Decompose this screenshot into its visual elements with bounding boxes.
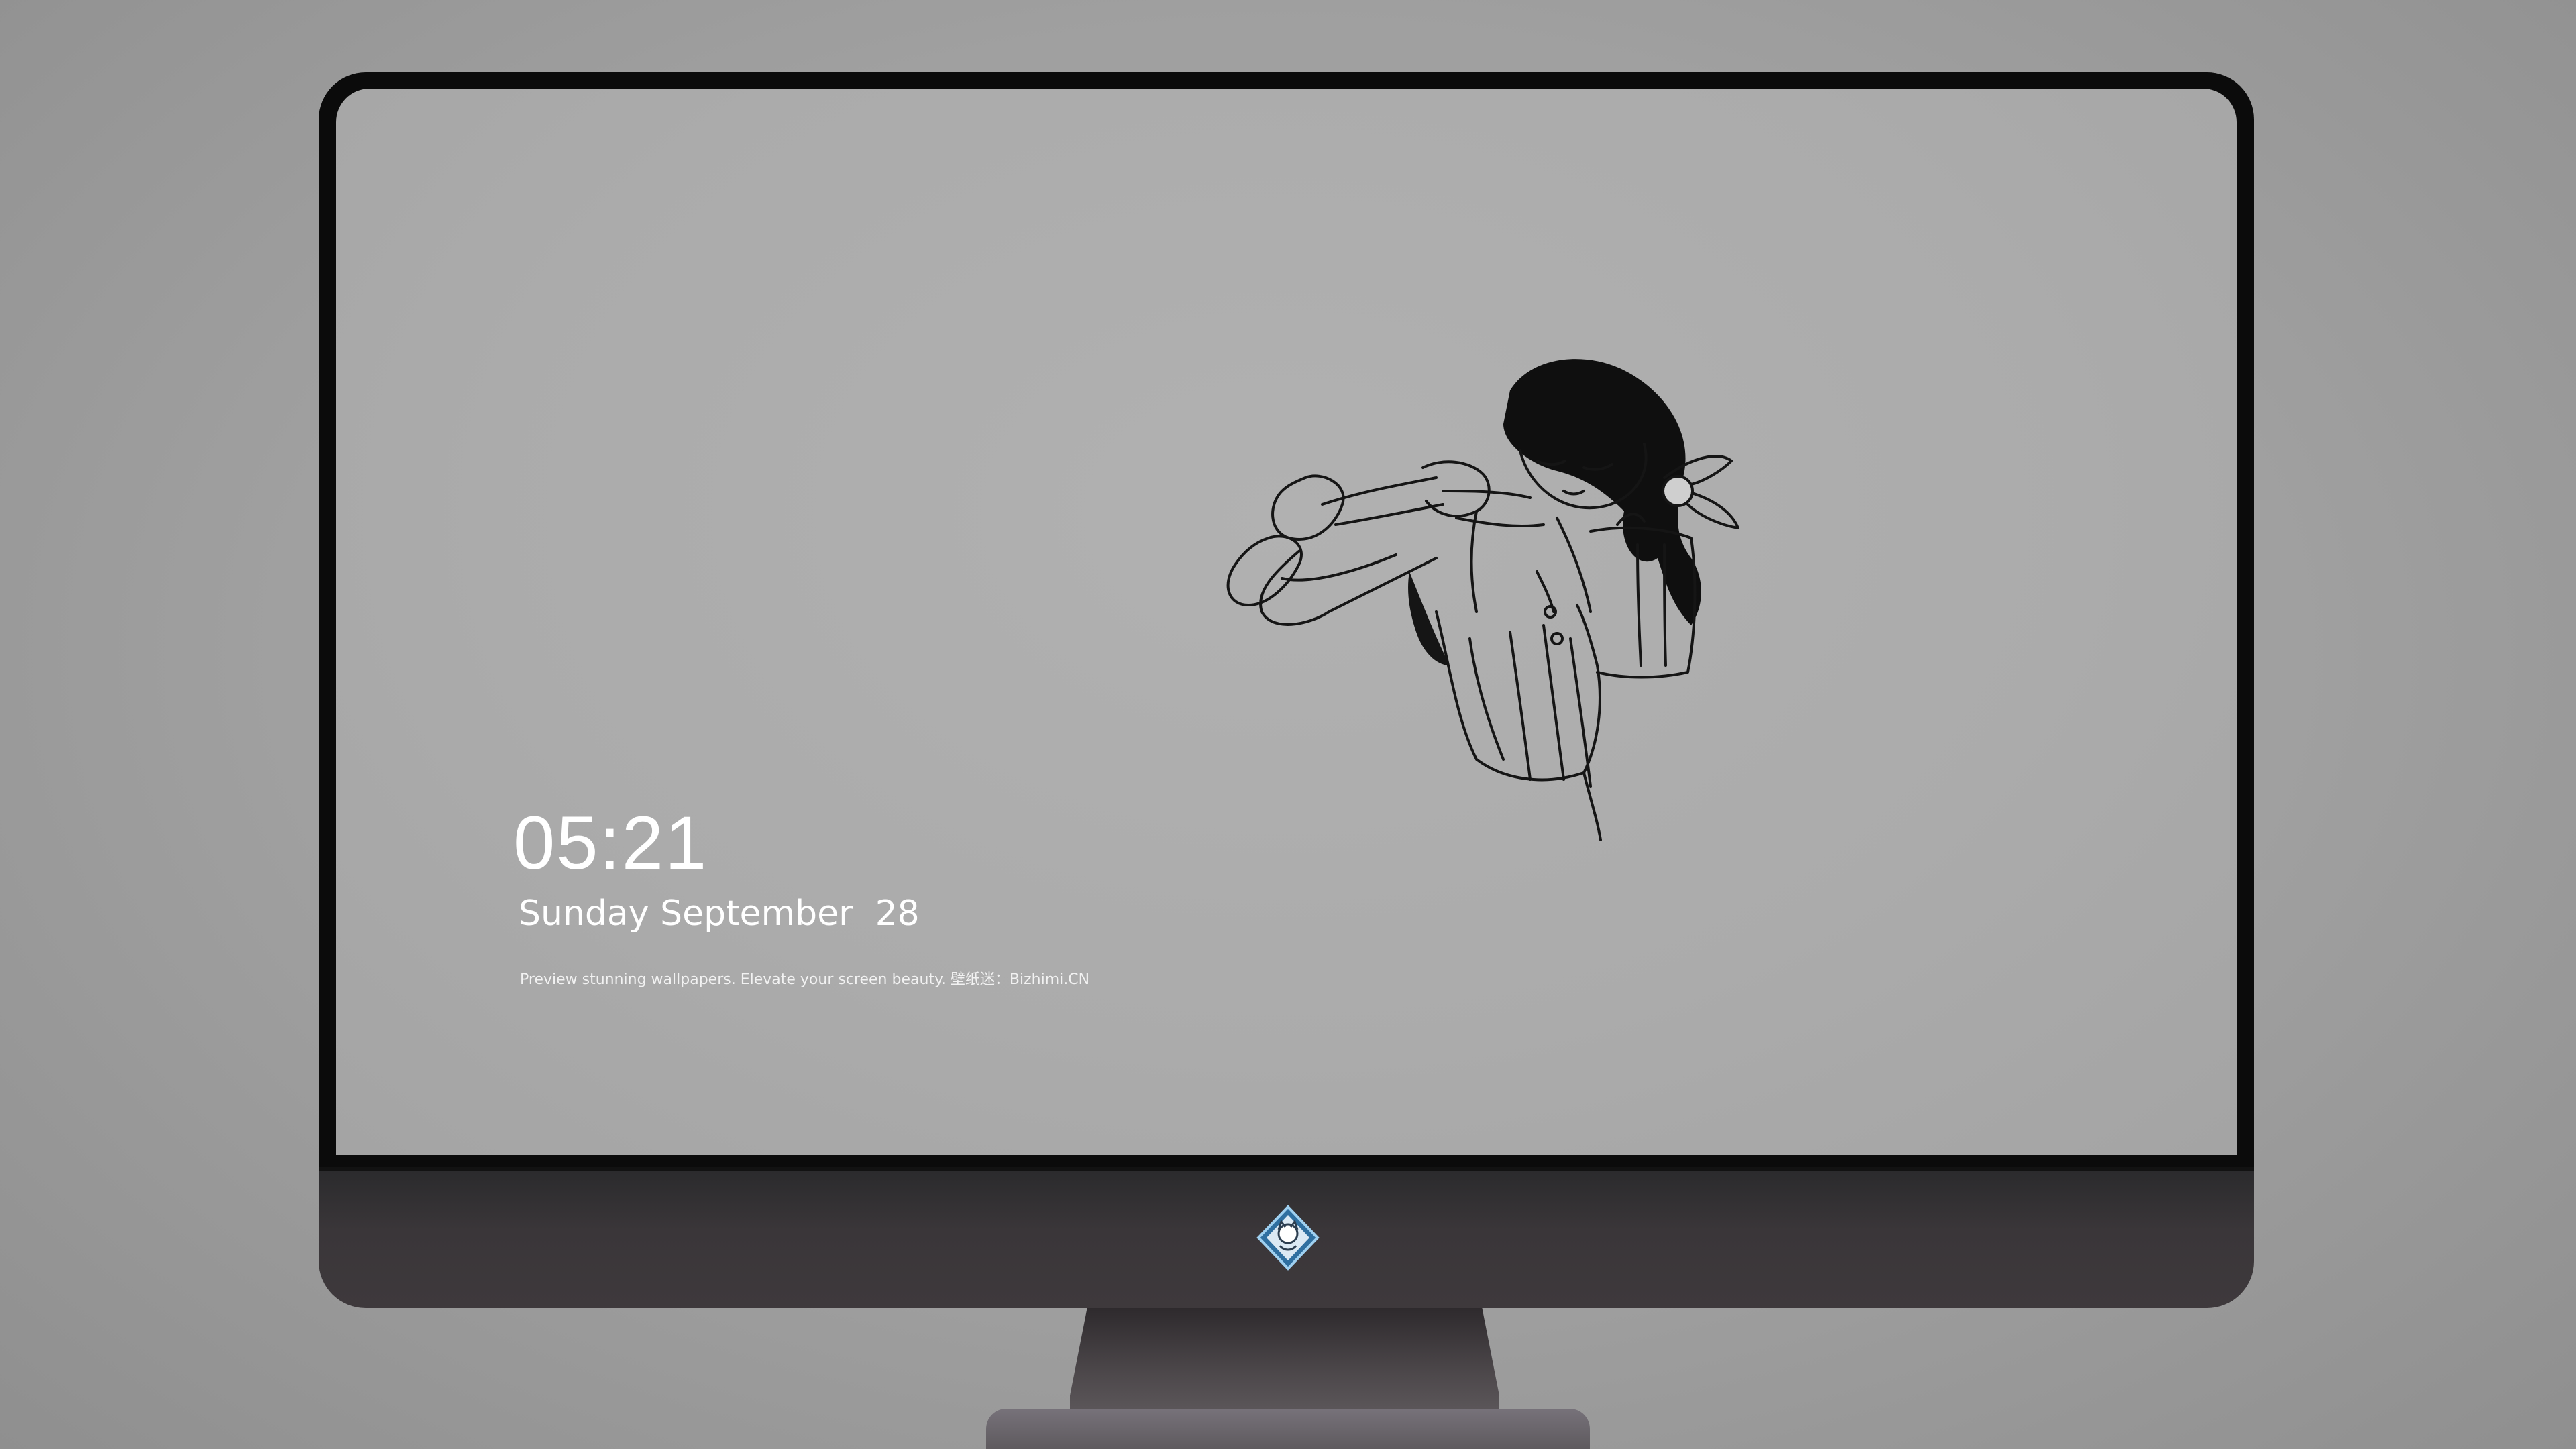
lock-screen-date: Sunday September 28	[519, 894, 920, 934]
wallpaper-illustration	[1226, 359, 1739, 841]
lock-screen-time: 05:21	[513, 801, 708, 885]
desktop-screen: 05:21 Sunday September 28 Preview stunni…	[336, 89, 2237, 1155]
monitor-stand-base	[986, 1409, 1590, 1449]
monitor-bezel: 05:21 Sunday September 28 Preview stunni…	[319, 72, 2254, 1167]
wallpaper-tagline: Preview stunning wallpapers. Elevate you…	[520, 971, 1090, 988]
brand-logo-icon	[1256, 1205, 1320, 1271]
chin-divider	[319, 1167, 2254, 1171]
